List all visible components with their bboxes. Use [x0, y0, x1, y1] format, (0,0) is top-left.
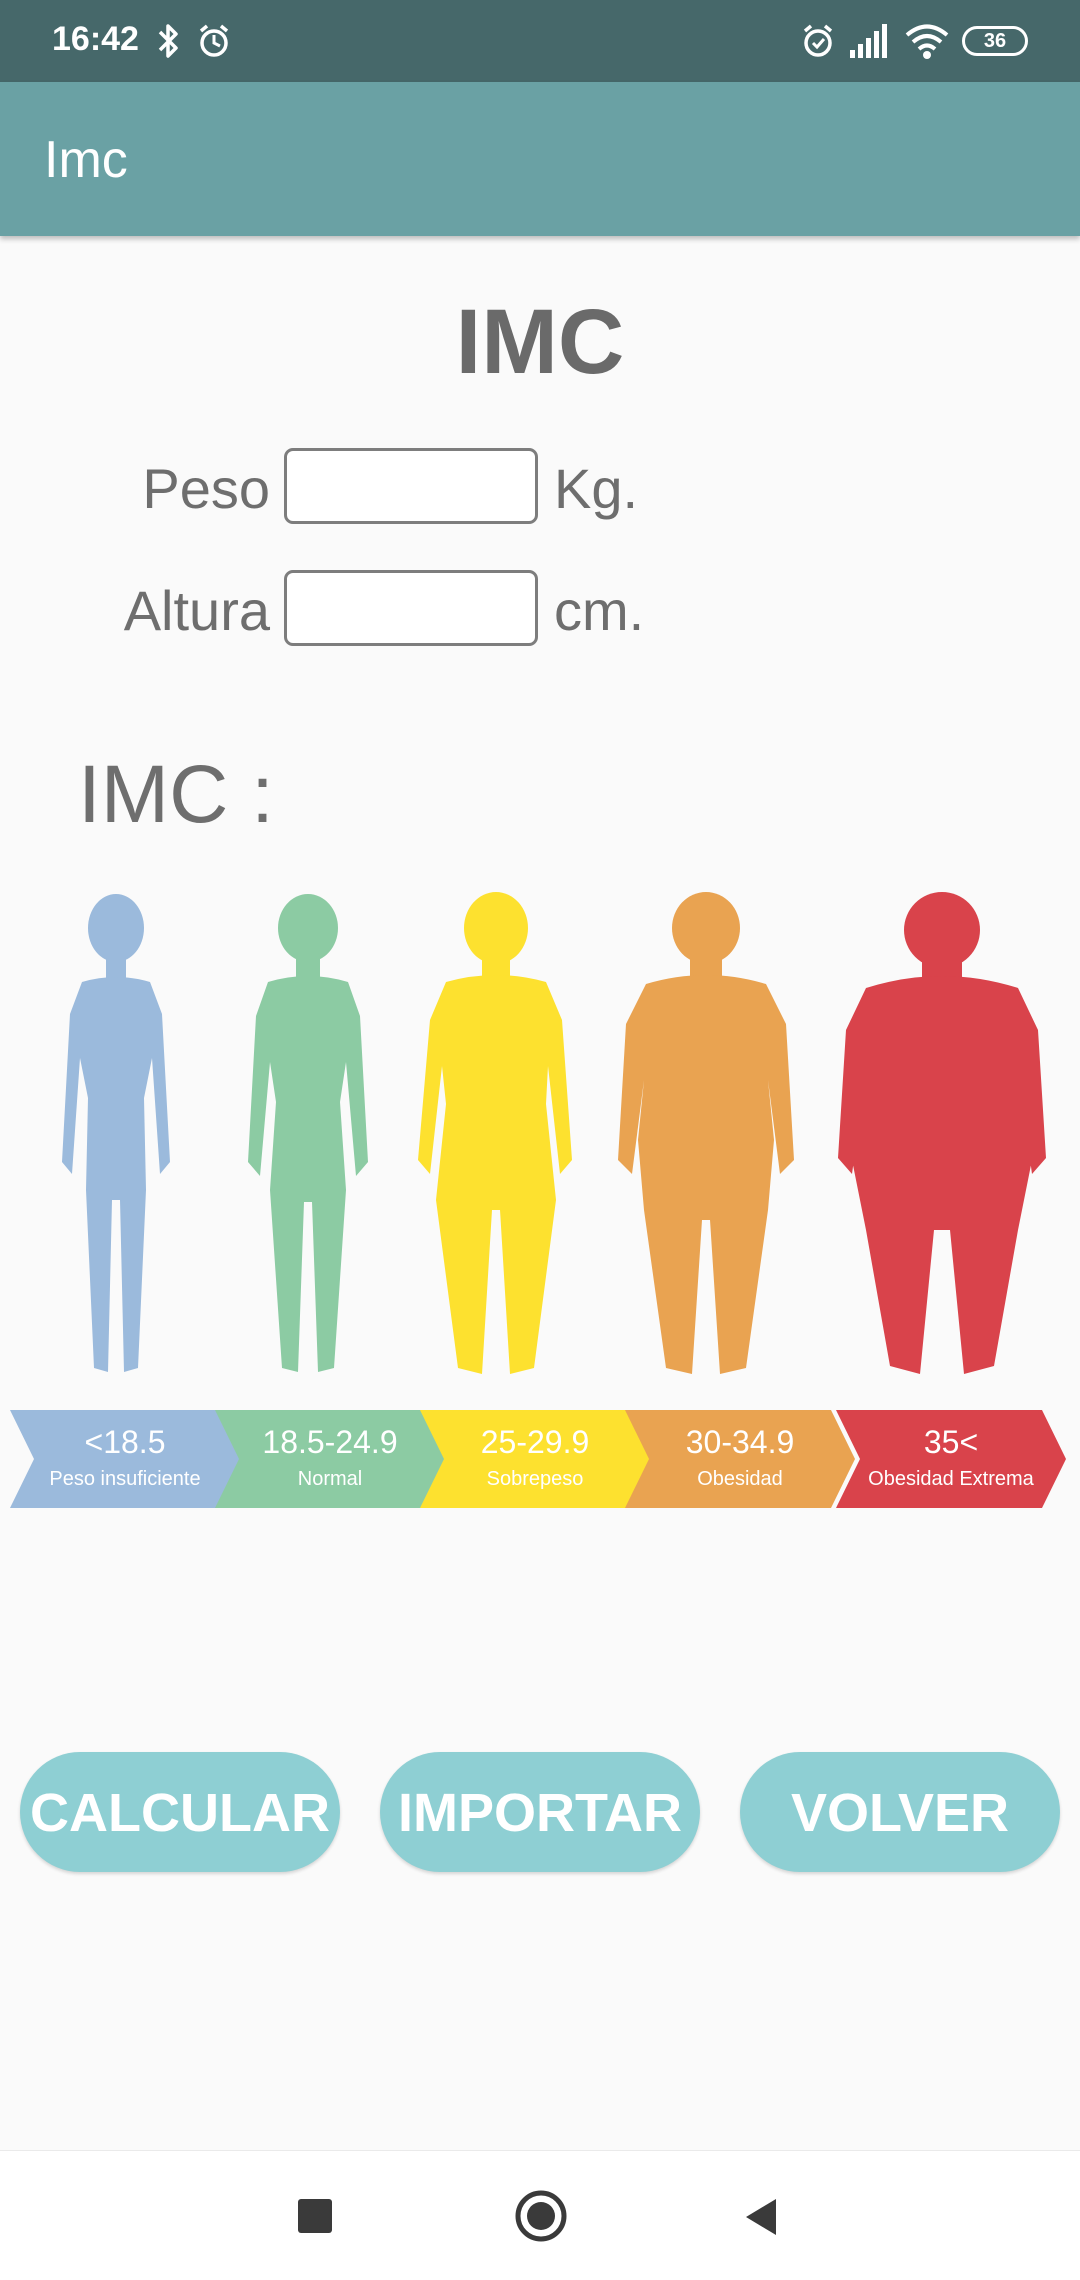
bmi-range-label: 18.5-24.9	[262, 1424, 398, 1460]
height-row: Altura cm.	[0, 570, 1080, 648]
bmi-category-label: Obesidad	[697, 1468, 783, 1490]
bluetooth-icon	[158, 24, 178, 58]
battery-icon: 36	[962, 26, 1028, 56]
alarm-icon	[199, 24, 229, 57]
result-label: IMC :	[78, 749, 274, 840]
weight-input[interactable]	[284, 448, 538, 524]
obese-silhouette	[618, 892, 794, 1374]
bmi-category-normal: 18.5-24.9 Normal	[215, 1410, 445, 1508]
bmi-category-label: Sobrepeso	[486, 1468, 584, 1490]
bmi-category-obese: 30-34.9 Obesidad	[625, 1410, 855, 1508]
app-title: Imc	[44, 131, 128, 189]
status-bar: 16:42 36	[0, 0, 1080, 82]
overweight-silhouette	[418, 892, 572, 1374]
normal-silhouette	[248, 894, 368, 1372]
battery-level: 36	[983, 30, 1007, 52]
bmi-category-label: Obesidad Extrema	[868, 1468, 1034, 1490]
underweight-silhouette	[62, 894, 170, 1372]
page-title: IMC	[455, 291, 625, 393]
app-bar: Imc	[0, 82, 1080, 236]
bmi-category-label: Normal	[297, 1468, 363, 1490]
weight-unit: Kg.	[554, 457, 639, 520]
wifi-icon	[905, 24, 949, 59]
bmi-chart: <18.5 Peso insuficiente 18.5-24.9 Normal…	[0, 890, 1080, 1530]
recents-icon[interactable]	[296, 2197, 334, 2235]
volver-button[interactable]: VOLVER	[740, 1752, 1060, 1872]
navigation-bar	[0, 2150, 1080, 2280]
bmi-range-label: <18.5	[84, 1424, 166, 1460]
bmi-category-underweight: <18.5 Peso insuficiente	[10, 1410, 240, 1508]
weight-row: Peso Kg.	[0, 448, 1080, 526]
bmi-category-extreme-obesity: 35< Obesidad Extrema	[836, 1410, 1066, 1508]
back-icon[interactable]	[742, 2197, 780, 2237]
weight-label: Peso	[142, 457, 270, 520]
screen: 16:42 36 Imc IMC Peso Kg. Altura cm. IMC…	[0, 0, 1080, 2280]
extreme-obesity-silhouette	[838, 892, 1046, 1374]
height-label: Altura	[123, 579, 270, 642]
home-icon[interactable]	[514, 2189, 568, 2243]
height-unit: cm.	[554, 579, 645, 642]
bmi-range-label: 25-29.9	[480, 1424, 590, 1460]
alarm-icon	[803, 24, 833, 57]
bmi-range-label: 35<	[923, 1424, 979, 1460]
status-time: 16:42	[52, 20, 139, 58]
bmi-category-label: Peso insuficiente	[49, 1468, 201, 1490]
signal-icon	[850, 24, 887, 58]
importar-button[interactable]: IMPORTAR	[380, 1752, 700, 1872]
calcular-button[interactable]: CALCULAR	[20, 1752, 340, 1872]
bmi-range-label: 30-34.9	[685, 1424, 795, 1460]
height-input[interactable]	[284, 570, 538, 646]
bmi-category-overweight: 25-29.9 Sobrepeso	[420, 1410, 650, 1508]
